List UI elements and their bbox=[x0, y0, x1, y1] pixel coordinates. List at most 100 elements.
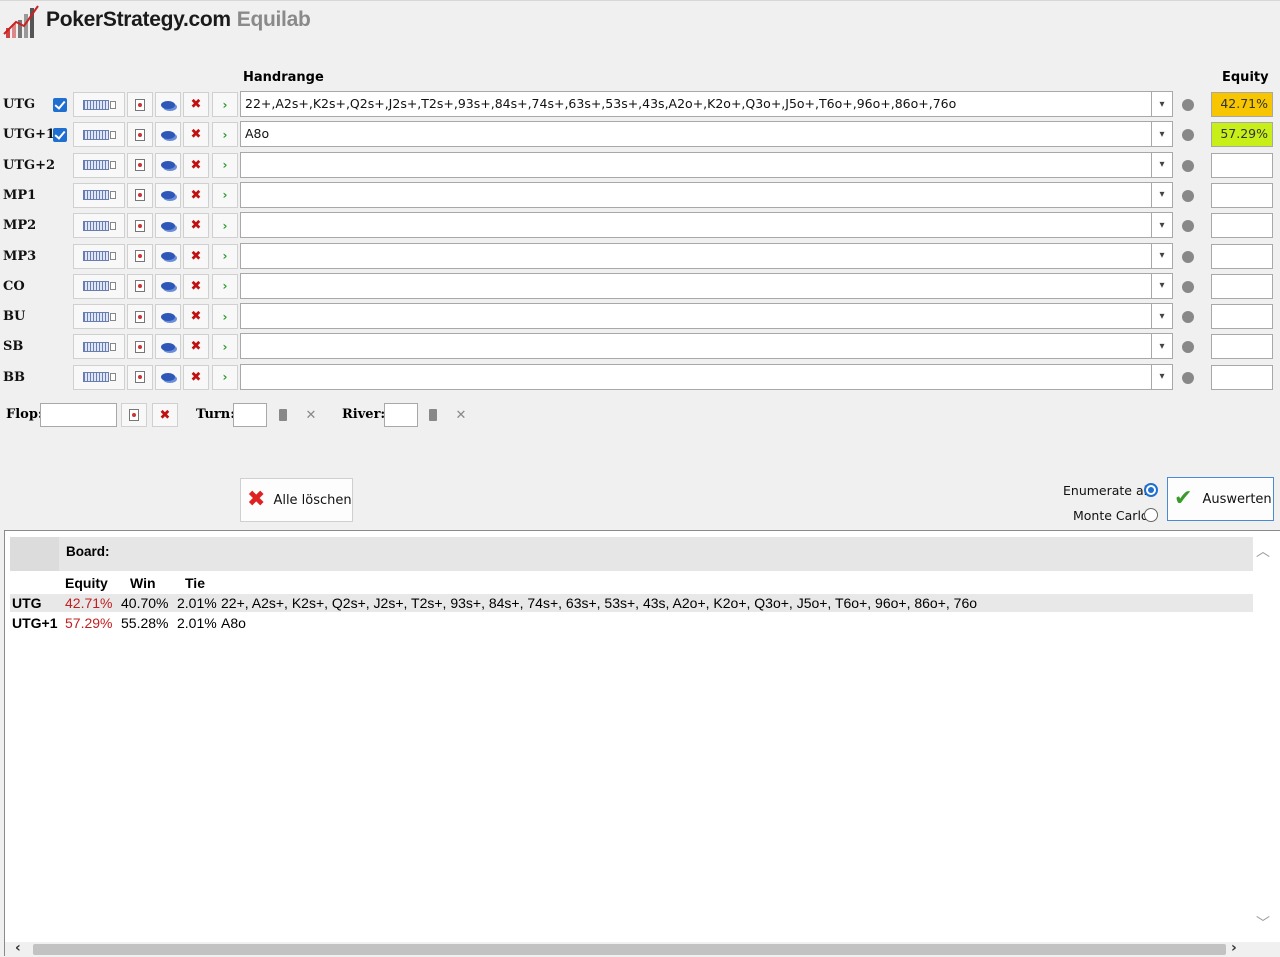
player-checkbox[interactable] bbox=[53, 98, 67, 112]
card-picker-button[interactable] bbox=[127, 273, 153, 299]
scroll-right-icon[interactable]: › bbox=[1231, 940, 1237, 956]
river-clear-button[interactable]: ✕ bbox=[448, 403, 474, 427]
card-picker-button[interactable] bbox=[127, 92, 153, 117]
apply-range-button[interactable]: › bbox=[212, 304, 238, 330]
range-matrix-button[interactable] bbox=[73, 334, 125, 360]
range-matrix-button[interactable] bbox=[73, 304, 125, 330]
status-dot-icon bbox=[1182, 189, 1194, 202]
status-dot-icon bbox=[1182, 280, 1194, 293]
scroll-down-icon[interactable]: ﹀ bbox=[1256, 913, 1270, 933]
river-card-picker-button[interactable] bbox=[420, 403, 446, 427]
handrange-dropdown-button[interactable]: ▾ bbox=[1152, 151, 1173, 178]
range-matrix-button[interactable] bbox=[73, 92, 125, 117]
monte-carlo-radio[interactable] bbox=[1144, 508, 1158, 522]
chips-button[interactable] bbox=[155, 273, 181, 299]
evaluate-button[interactable]: ✔ Auswerten bbox=[1167, 477, 1274, 521]
handrange-input[interactable] bbox=[240, 242, 1152, 269]
card-picker-button[interactable] bbox=[127, 122, 153, 148]
chips-button[interactable] bbox=[155, 334, 181, 360]
results-col-equity: Equity bbox=[65, 575, 108, 591]
apply-range-button[interactable]: › bbox=[212, 213, 238, 239]
clear-range-button[interactable]: ✖ bbox=[183, 213, 209, 239]
chips-button[interactable] bbox=[155, 213, 181, 239]
range-matrix-button[interactable] bbox=[73, 364, 125, 390]
horizontal-scrollbar[interactable]: ‹ › bbox=[5, 940, 1280, 957]
card-icon bbox=[279, 409, 287, 421]
clear-range-button[interactable]: ✖ bbox=[183, 92, 209, 117]
handrange-dropdown-button[interactable]: ▾ bbox=[1152, 212, 1173, 239]
handrange-dropdown-button[interactable]: ▾ bbox=[1152, 91, 1173, 117]
river-input[interactable] bbox=[384, 403, 418, 427]
card-picker-button[interactable] bbox=[127, 152, 153, 178]
chips-button[interactable] bbox=[155, 182, 181, 208]
apply-range-button[interactable]: › bbox=[212, 182, 238, 208]
clear-range-button[interactable]: ✖ bbox=[183, 334, 209, 360]
handrange-input[interactable] bbox=[240, 212, 1152, 239]
card-picker-button[interactable] bbox=[127, 334, 153, 360]
apply-range-button[interactable]: › bbox=[212, 243, 238, 269]
handrange-input[interactable]: A8o bbox=[240, 121, 1152, 148]
clear-range-button[interactable]: ✖ bbox=[183, 304, 209, 330]
handrange-dropdown-button[interactable]: ▾ bbox=[1152, 181, 1173, 208]
range-matrix-button[interactable] bbox=[73, 273, 125, 299]
apply-range-button[interactable]: › bbox=[212, 334, 238, 360]
apply-range-button[interactable]: › bbox=[212, 152, 238, 178]
handrange-dropdown-button[interactable]: ▾ bbox=[1152, 363, 1173, 390]
handrange-input[interactable] bbox=[240, 303, 1152, 330]
card-icon bbox=[135, 128, 145, 141]
chips-button[interactable] bbox=[155, 364, 181, 390]
turn-clear-button[interactable]: ✕ bbox=[298, 403, 324, 427]
player-checkbox[interactable] bbox=[53, 128, 67, 143]
chips-button[interactable] bbox=[155, 92, 181, 117]
range-matrix-button[interactable] bbox=[73, 152, 125, 178]
apply-range-button[interactable]: › bbox=[212, 92, 238, 117]
handrange-input[interactable] bbox=[240, 181, 1152, 208]
clear-range-button[interactable]: ✖ bbox=[183, 273, 209, 299]
chevron-right-icon: › bbox=[222, 279, 228, 294]
handrange-dropdown-button[interactable]: ▾ bbox=[1152, 272, 1173, 299]
handrange-input[interactable]: 22+,A2s+,K2s+,Q2s+,J2s+,T2s+,93s+,84s+,7… bbox=[240, 91, 1152, 117]
clear-range-button[interactable]: ✖ bbox=[183, 182, 209, 208]
apply-range-button[interactable]: › bbox=[212, 273, 238, 299]
handrange-input[interactable] bbox=[240, 363, 1152, 390]
scroll-up-icon[interactable]: ︿ bbox=[1256, 541, 1270, 561]
turn-card-picker-button[interactable] bbox=[270, 403, 296, 427]
handrange-input[interactable] bbox=[240, 151, 1152, 178]
card-picker-button[interactable] bbox=[127, 182, 153, 208]
scrollbar-thumb[interactable] bbox=[33, 944, 1226, 955]
handrange-dropdown-button[interactable]: ▾ bbox=[1152, 242, 1173, 269]
handrange-input[interactable] bbox=[240, 333, 1152, 360]
handrange-dropdown-button[interactable]: ▾ bbox=[1152, 121, 1173, 148]
clear-range-button[interactable]: ✖ bbox=[183, 364, 209, 390]
range-matrix-button[interactable] bbox=[73, 213, 125, 239]
equity-field: 57.29% bbox=[1211, 122, 1273, 148]
range-matrix-button[interactable] bbox=[73, 122, 125, 148]
flop-clear-button[interactable]: ✖ bbox=[152, 403, 178, 427]
chips-button[interactable] bbox=[155, 152, 181, 178]
clear-range-button[interactable]: ✖ bbox=[183, 152, 209, 178]
flop-input[interactable] bbox=[40, 403, 117, 427]
clear-all-button[interactable]: ✖ Alle löschen bbox=[240, 478, 353, 522]
turn-input[interactable] bbox=[233, 403, 267, 427]
card-picker-button[interactable] bbox=[127, 243, 153, 269]
card-picker-button[interactable] bbox=[127, 213, 153, 239]
handrange-input[interactable] bbox=[240, 272, 1152, 299]
clear-range-button[interactable]: ✖ bbox=[183, 243, 209, 269]
enumerate-all-radio[interactable] bbox=[1144, 483, 1158, 497]
apply-range-button[interactable]: › bbox=[212, 364, 238, 390]
chips-button[interactable] bbox=[155, 122, 181, 148]
app-title: PokerStrategy.com Equilab bbox=[46, 8, 311, 32]
range-matrix-button[interactable] bbox=[73, 243, 125, 269]
flop-card-picker-button[interactable] bbox=[121, 403, 147, 427]
scroll-left-icon[interactable]: ‹ bbox=[15, 940, 21, 956]
range-matrix-button[interactable] bbox=[73, 182, 125, 208]
apply-range-button[interactable]: › bbox=[212, 122, 238, 148]
card-picker-button[interactable] bbox=[127, 364, 153, 390]
player-row: SB ✖ › ▾ bbox=[0, 333, 1280, 363]
clear-range-button[interactable]: ✖ bbox=[183, 122, 209, 148]
card-picker-button[interactable] bbox=[127, 304, 153, 330]
handrange-dropdown-button[interactable]: ▾ bbox=[1152, 303, 1173, 330]
chips-button[interactable] bbox=[155, 243, 181, 269]
handrange-dropdown-button[interactable]: ▾ bbox=[1152, 333, 1173, 360]
chips-button[interactable] bbox=[155, 304, 181, 330]
